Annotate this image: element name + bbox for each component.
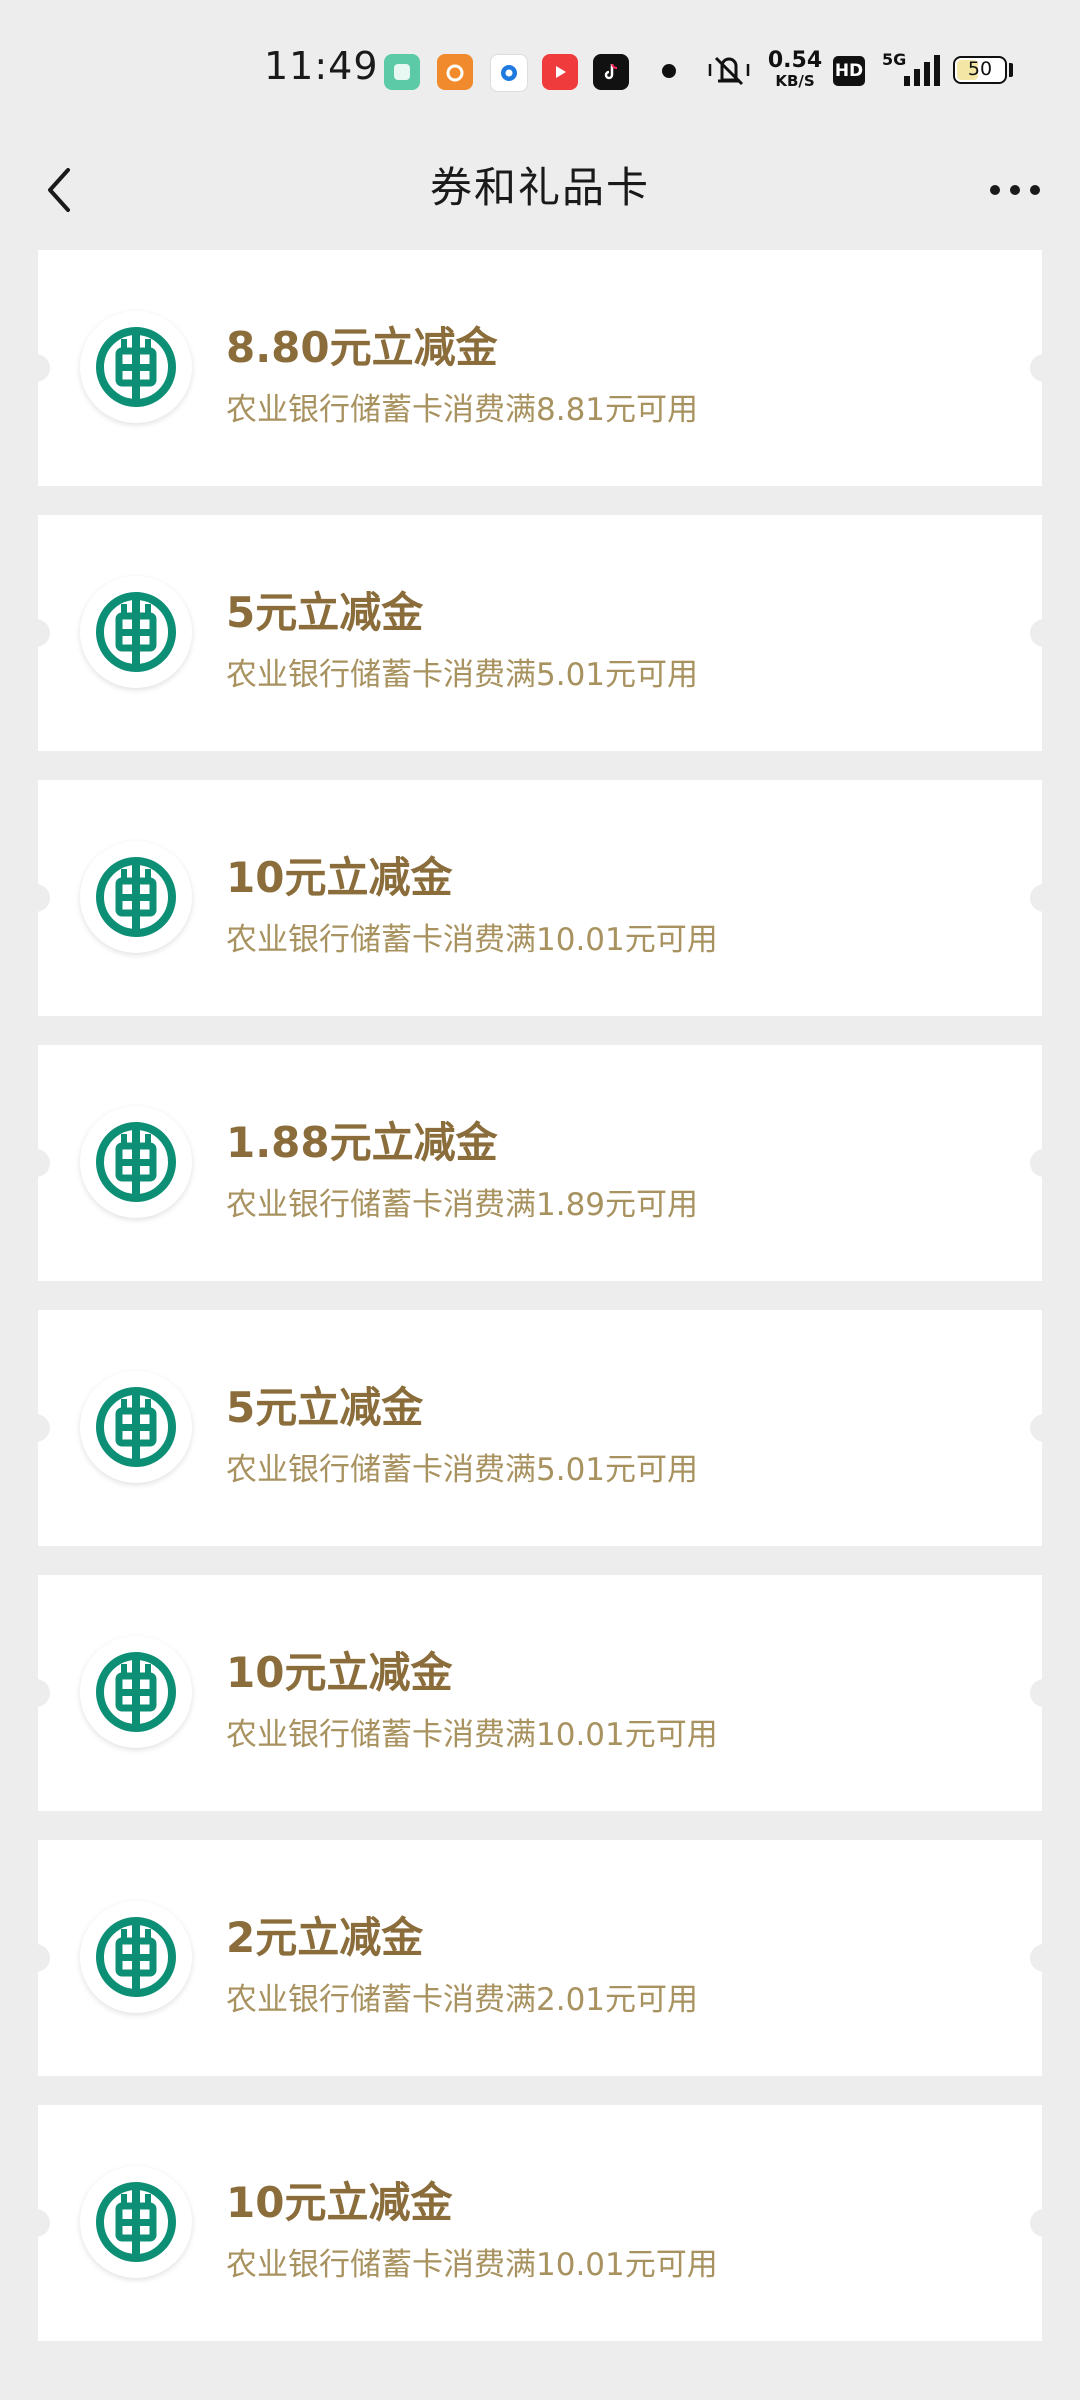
status-bar: 11:49 0.54 KB/S HD 5G 50: [0, 0, 1080, 140]
abc-bank-logo-icon: [80, 311, 192, 423]
signal-icon: 5G: [878, 50, 940, 90]
coupon-title: 10元立减金: [226, 1648, 453, 1697]
coupon-title: 5元立减金: [226, 588, 424, 637]
abc-bank-logo-icon: [80, 1371, 192, 1483]
card-notch-right: [1030, 1414, 1058, 1442]
battery-icon: 50: [953, 56, 1007, 84]
abc-bank-logo-icon: [80, 2166, 192, 2278]
coupon-description: 农业银行储蓄卡消费满5.01元可用: [226, 657, 699, 693]
abc-bank-logo-icon: [80, 1636, 192, 1748]
coupon-card[interactable]: 10元立减金 农业银行储蓄卡消费满10.01元可用: [22, 1575, 1058, 1811]
coupon-card[interactable]: 2元立减金 农业银行储蓄卡消费满2.01元可用: [22, 1840, 1058, 2076]
uc-browser-icon: [437, 54, 473, 90]
coupon-description: 农业银行储蓄卡消费满10.01元可用: [226, 2247, 718, 2283]
coupon-title: 2元立减金: [226, 1913, 424, 1962]
coupon-list: 8.80元立减金 农业银行储蓄卡消费满8.81元可用 5元立减金 农业银行储蓄卡…: [22, 250, 1058, 2370]
more-button[interactable]: [970, 150, 1060, 230]
coupon-description: 农业银行储蓄卡消费满10.01元可用: [226, 922, 718, 958]
coupon-title: 10元立减金: [226, 853, 453, 902]
card-notch-right: [1030, 1944, 1058, 1972]
nav-bar: 券和礼品卡: [0, 140, 1080, 250]
card-notch-left: [22, 884, 50, 912]
card-notch-left: [22, 619, 50, 647]
tiktok-icon: [593, 54, 629, 90]
coupon-card[interactable]: 10元立减金 农业银行储蓄卡消费满10.01元可用: [22, 780, 1058, 1016]
coupon-card[interactable]: 5元立减金 农业银行储蓄卡消费满5.01元可用: [22, 1310, 1058, 1546]
coupon-card[interactable]: 8.80元立减金 农业银行储蓄卡消费满8.81元可用: [22, 250, 1058, 486]
coupon-description: 农业银行储蓄卡消费满10.01元可用: [226, 1717, 718, 1753]
signal-label: 5G: [882, 50, 907, 69]
page-title: 券和礼品卡: [429, 163, 650, 212]
coupon-description: 农业银行储蓄卡消费满8.81元可用: [226, 392, 699, 428]
coupon-title: 10元立减金: [226, 2178, 453, 2227]
more-dots-icon: [990, 185, 1040, 195]
card-notch-left: [22, 1679, 50, 1707]
abc-bank-logo-icon: [80, 576, 192, 688]
coupon-card[interactable]: 10元立减金 农业银行储蓄卡消费满10.01元可用: [22, 2105, 1058, 2341]
coupon-title: 1.88元立减金: [226, 1118, 498, 1167]
abc-bank-logo-icon: [80, 1106, 192, 1218]
coupon-description: 农业银行储蓄卡消费满2.01元可用: [226, 1982, 699, 2018]
network-speed: 0.54 KB/S: [766, 50, 824, 89]
coupon-title: 8.80元立减金: [226, 323, 498, 372]
notification-app-icon: [490, 54, 528, 92]
card-notch-left: [22, 1414, 50, 1442]
video-app-icon: [542, 54, 578, 90]
network-speed-unit: KB/S: [775, 72, 815, 90]
battery-level: 50: [967, 58, 993, 80]
mute-vibrate-icon: [706, 50, 752, 90]
abc-bank-logo-icon: [80, 841, 192, 953]
card-notch-left: [22, 2209, 50, 2237]
card-notch-right: [1030, 1149, 1058, 1177]
notification-dot: [662, 64, 676, 78]
network-speed-value: 0.54: [767, 48, 823, 73]
status-time: 11:49: [264, 44, 379, 88]
coupon-description: 农业银行储蓄卡消费满5.01元可用: [226, 1452, 699, 1488]
notification-app-icon: [384, 54, 420, 90]
coupon-title: 5元立减金: [226, 1383, 424, 1432]
hd-badge: HD: [833, 56, 865, 86]
card-notch-left: [22, 1944, 50, 1972]
coupon-description: 农业银行储蓄卡消费满1.89元可用: [226, 1187, 699, 1223]
card-notch-right: [1030, 2209, 1058, 2237]
battery-cap: [1009, 63, 1013, 77]
card-notch-left: [22, 354, 50, 382]
card-notch-right: [1030, 619, 1058, 647]
card-notch-right: [1030, 1679, 1058, 1707]
coupon-card[interactable]: 1.88元立减金 农业银行储蓄卡消费满1.89元可用: [22, 1045, 1058, 1281]
coupon-card[interactable]: 5元立减金 农业银行储蓄卡消费满5.01元可用: [22, 515, 1058, 751]
card-notch-right: [1030, 354, 1058, 382]
abc-bank-logo-icon: [80, 1901, 192, 2013]
card-notch-left: [22, 1149, 50, 1177]
card-notch-right: [1030, 884, 1058, 912]
